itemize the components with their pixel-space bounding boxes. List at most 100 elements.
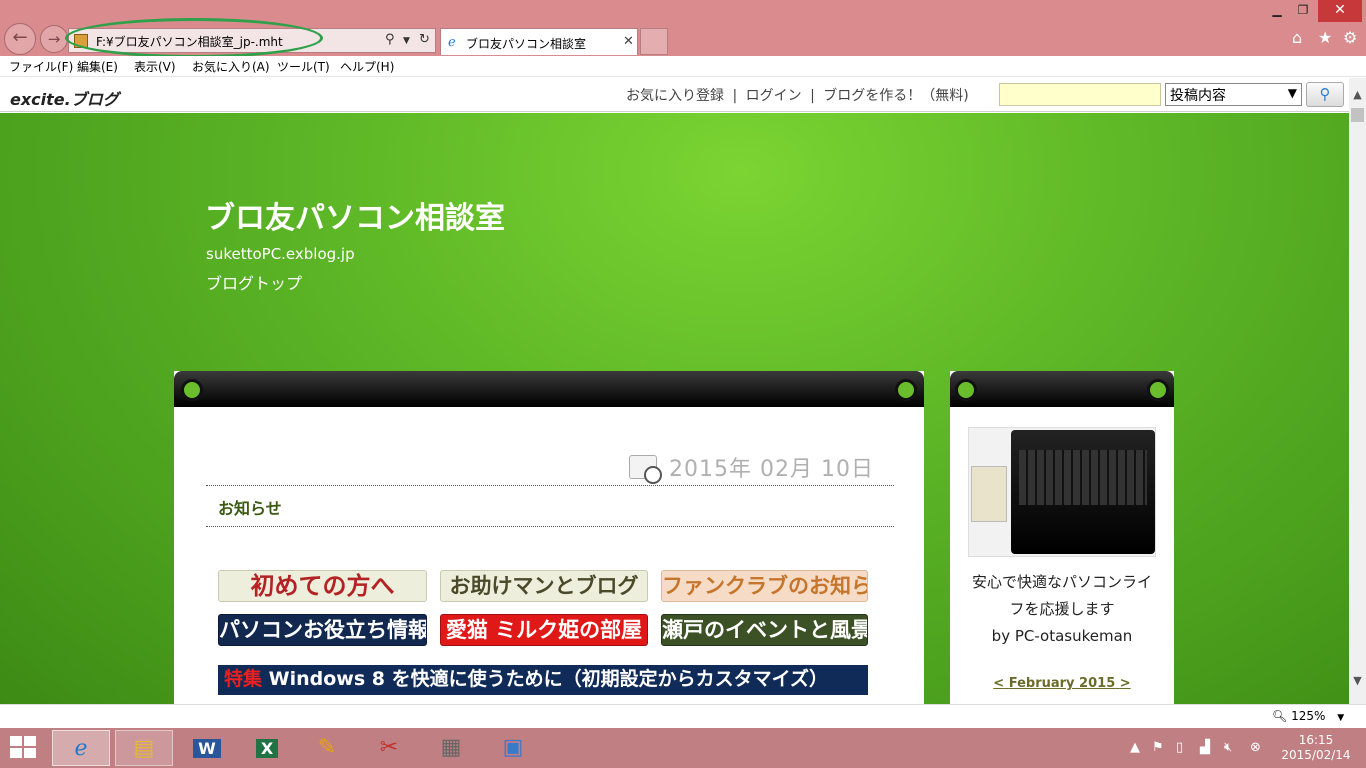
chevron-down-icon: ▼ [1287, 86, 1297, 100]
taskbar-app-icon[interactable]: ▦ [422, 730, 480, 766]
calendar-prev-link[interactable]: < [993, 676, 1004, 691]
calendar-clock-icon [629, 455, 662, 484]
excite-logo[interactable]: excite.ブログ [10, 86, 119, 110]
link-separator: | [732, 88, 738, 104]
forward-button[interactable]: → [40, 25, 68, 53]
banner-feature-tag: 特集 [224, 668, 263, 690]
favorites-star-icon[interactable]: ★ [1318, 28, 1332, 47]
taskbar-snipping-icon[interactable]: ✂ [360, 730, 418, 766]
banner-helper-blog[interactable]: お助けマンとブログ [440, 570, 648, 602]
banner-pc-tips[interactable]: パソコンお役立ち情報 目次 [218, 614, 427, 646]
menu-help[interactable]: ヘルプ(H) [340, 58, 394, 75]
banner-windows8-feature[interactable]: 特集 Windows 8 を快適に使うために（初期設定からカスタマイズ） [218, 665, 868, 695]
blog-title[interactable]: ブロ友パソコン相談室 [205, 193, 505, 237]
login-link[interactable]: ログイン [746, 88, 802, 104]
sidebar-panel: 安心で快適なパソコンライ フを応援します by PC-otasukeman < … [950, 371, 1174, 704]
ie-icon: ℯ [448, 35, 456, 50]
close-window-button[interactable]: ✕ [1318, 0, 1362, 22]
menu-favorites[interactable]: お気に入り(A) [192, 58, 270, 75]
taskbar-excel-icon[interactable]: X [238, 730, 296, 766]
profile-laptop-image [968, 427, 1156, 557]
status-bar: 🔍︎ 125% ▼ [0, 704, 1366, 728]
vertical-scrollbar[interactable]: ▲ ▼ [1349, 78, 1366, 704]
tab-blog[interactable]: ℯ ブロ友パソコン相談室 ✕ [440, 28, 638, 55]
taskbar: ℯ ▤ W X ✎ ✂ ▦ ▣ ▲ ⚑ ▯ ▟ 🔇︎ ⊗ 16:15 2015/… [0, 728, 1366, 768]
main-panel: 2015年 02月 10日 お知らせ 初めての方へ お助けマンとブログ ファンク… [174, 371, 924, 704]
minimize-button[interactable]: ▁ [1266, 0, 1288, 22]
tray-battery-icon[interactable]: ▯ [1176, 740, 1183, 755]
taskbar-ie-icon[interactable]: ℯ [52, 730, 110, 766]
menu-file[interactable]: ファイル(F) [9, 58, 73, 75]
taskbar-clock[interactable]: 16:15 2015/02/14 [1276, 733, 1356, 763]
post-title[interactable]: お知らせ [218, 495, 282, 519]
calendar-month[interactable]: February 2015 [1009, 676, 1116, 691]
arrow-right-icon: → [47, 30, 61, 48]
taskbar-paint-icon[interactable]: ✎ [298, 730, 356, 766]
windows-start-icon[interactable] [10, 736, 38, 760]
refresh-icon[interactable]: ↻ [419, 32, 430, 47]
calendar-header: < February 2015 > [950, 676, 1174, 691]
search-icon: ⚲ [1319, 85, 1331, 103]
chevron-down-icon[interactable]: ▼ [403, 36, 410, 46]
scroll-thumb[interactable] [1351, 108, 1364, 122]
calendar-next-link[interactable]: > [1120, 676, 1131, 691]
post-date: 2015年 02月 10日 [669, 457, 874, 482]
taskbar-folder-icon[interactable]: ▣ [484, 730, 542, 766]
taskbar-word-icon[interactable]: W [178, 730, 236, 766]
gear-icon[interactable]: ⚙ [1343, 28, 1357, 47]
menu-view[interactable]: 表示(V) [134, 58, 176, 75]
divider [206, 526, 894, 527]
tray-flag-icon[interactable]: ⚑ [1152, 740, 1164, 755]
panel-decoration-dot [181, 379, 203, 401]
search-button[interactable]: ⚲ [1306, 82, 1344, 107]
search-scope-select[interactable]: 投稿内容 ▼ [1165, 83, 1302, 106]
search-scope-value: 投稿内容 [1170, 88, 1226, 104]
panel-header [174, 371, 924, 407]
profile-caption: 安心で快適なパソコンライ フを応援します by PC-otasukeman [950, 569, 1174, 650]
clock-time: 16:15 [1298, 733, 1334, 747]
tray-network-icon[interactable]: ▟ [1200, 740, 1210, 755]
zoom-level: 125% [1291, 709, 1326, 723]
tray-close-circle-icon[interactable]: ⊗ [1250, 740, 1261, 755]
blog-page: ブロ友パソコン相談室 sukettoPC.exblog.jp ブログトップ 20… [0, 113, 1349, 704]
browser-titlebar: ← → F:¥ブロ友パソコン相談室_jp-.mht ⚲ ▼ ↻ ℯ ブロ友パソコ… [0, 0, 1366, 58]
back-button[interactable]: ← [4, 23, 36, 55]
restore-button[interactable]: ❐ [1292, 0, 1314, 22]
home-icon[interactable]: ⌂ [1292, 28, 1302, 47]
blog-search-input[interactable] [999, 83, 1161, 106]
favorite-register-link[interactable]: お気に入り登録 [626, 88, 724, 104]
panel-decoration-dot [895, 379, 917, 401]
search-icon[interactable]: ⚲ [385, 32, 395, 47]
caption-line: 安心で快適なパソコンライ [971, 573, 1152, 591]
keyboard-graphic [1019, 450, 1147, 505]
menu-tools[interactable]: ツール(T) [277, 58, 330, 75]
arrow-left-icon: ← [12, 27, 28, 48]
close-tab-icon[interactable]: ✕ [623, 34, 634, 49]
taskbar-explorer-icon[interactable]: ▤ [115, 730, 173, 766]
create-blog-link[interactable]: ブログを作る！（無料) [823, 88, 968, 104]
menu-bar: ファイル(F) 編集(E) 表示(V) お気に入り(A) ツール(T) ヘルプ(… [0, 56, 1366, 77]
chevron-down-icon: ▼ [1337, 713, 1345, 723]
banner-first-time[interactable]: 初めての方へ [218, 570, 427, 602]
calculator-graphic [971, 466, 1007, 522]
scroll-up-icon[interactable]: ▲ [1349, 88, 1366, 104]
scroll-down-icon[interactable]: ▼ [1349, 674, 1366, 690]
header-links: お気に入り登録 | ログイン | ブログを作る！（無料) [624, 85, 971, 105]
caption-author: by PC-otasukeman [991, 627, 1133, 645]
zoom-control[interactable]: 🔍︎ 125% ▼ [1272, 709, 1344, 723]
new-tab-button[interactable] [640, 28, 668, 55]
banner-cat-room[interactable]: 愛猫 ミルク姫の部屋 [440, 614, 648, 646]
panel-decoration-dot [1147, 379, 1169, 401]
laptop-graphic [1011, 430, 1155, 554]
excite-header: excite.ブログ お気に入り登録 | ログイン | ブログを作る！（無料) … [0, 78, 1349, 112]
caption-line: フを応援します [1009, 600, 1115, 618]
blog-top-link[interactable]: ブログトップ [206, 270, 302, 294]
blog-url: sukettoPC.exblog.jp [206, 245, 355, 263]
panel-header [950, 371, 1174, 407]
banner-seto-events[interactable]: 瀬戸のイベントと風景 [661, 614, 868, 646]
link-separator: | [810, 88, 815, 104]
tray-show-hidden-icon[interactable]: ▲ [1130, 740, 1140, 755]
menu-edit[interactable]: 編集(E) [77, 58, 118, 75]
tray-volume-muted-icon[interactable]: 🔇︎ [1224, 740, 1232, 755]
banner-fanclub[interactable]: ファンクラブのお知らせ [661, 570, 868, 602]
